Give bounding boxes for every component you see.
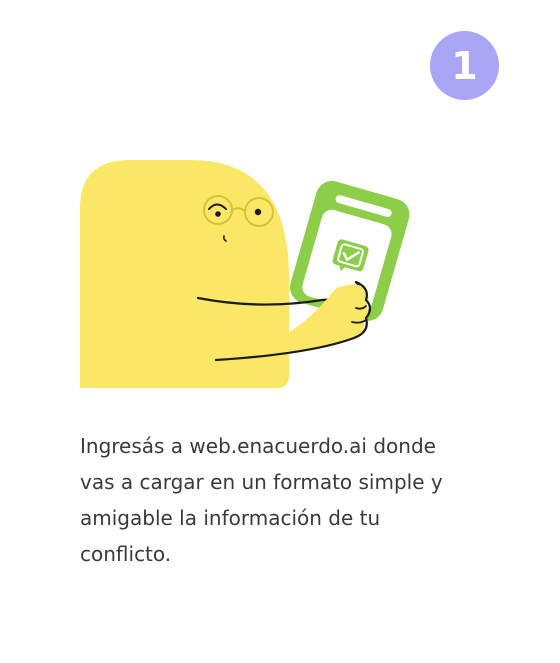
eye-right-pupil <box>254 208 262 216</box>
character-body <box>80 160 290 388</box>
character-illustration <box>80 160 410 388</box>
step-number-badge: 1 <box>430 31 499 100</box>
step-description: Ingresás a web.enacuerdo.ai donde vas a … <box>80 434 443 566</box>
eye-left-pupil <box>215 211 221 217</box>
